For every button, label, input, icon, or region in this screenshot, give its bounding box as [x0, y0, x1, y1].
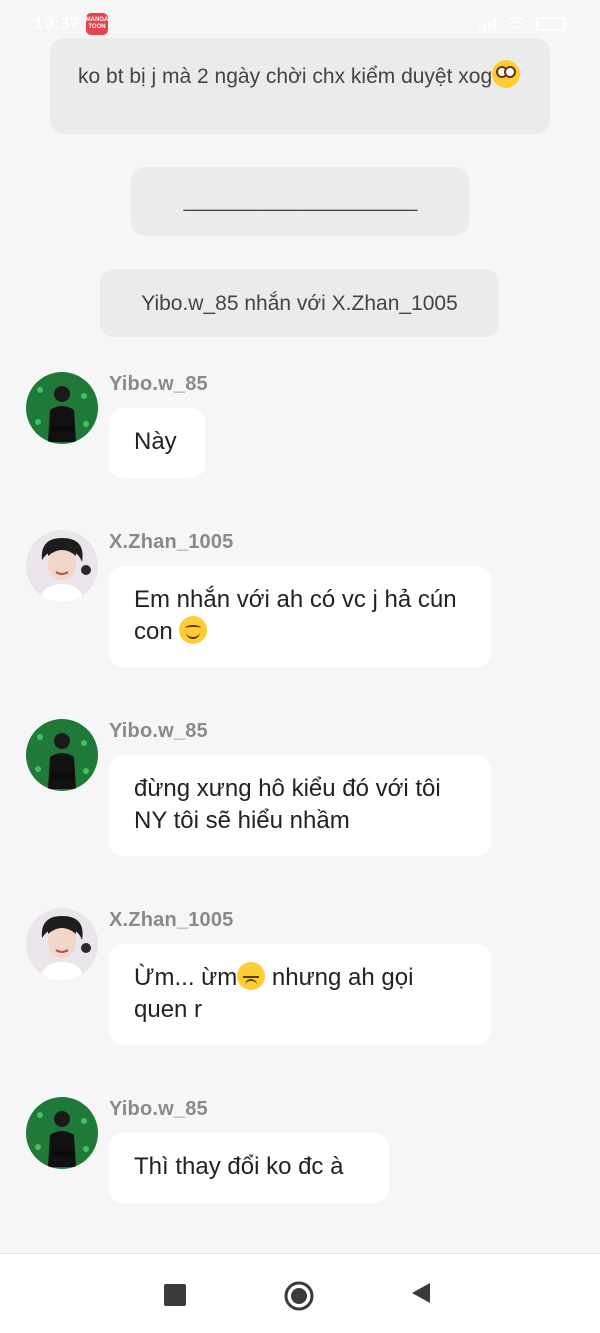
message-bubble[interactable]: Thì thay đổi ko đc à [109, 1133, 389, 1203]
divider-text: _______________________ [183, 190, 418, 212]
system-nav-bar [0, 1253, 600, 1333]
signal-icon [478, 17, 496, 31]
chat-intro-text: Yibo.w_85 nhắn với X.Zhan_1005 [141, 291, 458, 315]
chat-message: Yibo.w_85 Này [0, 372, 600, 482]
sender-name: X.Zhan_1005 [109, 909, 234, 931]
mangatoon-app-icon: MANGA TOON [86, 13, 108, 35]
message-bubble[interactable]: Ừm... ừm nhưng ah gọi quen r [109, 944, 491, 1045]
disappointed-face-icon [237, 962, 266, 990]
triangle-back-icon [412, 1283, 430, 1303]
avatar[interactable] [26, 719, 98, 791]
avatar[interactable] [26, 530, 98, 602]
chat-message: X.Zhan_1005 Em nhắn với ah có vc j hả cú… [0, 530, 600, 670]
yibo-avatar-icon [26, 1097, 98, 1169]
battery-icon [536, 17, 569, 31]
message-text: đừng xưng hô kiểu đó với tôi NY tôi sẽ h… [134, 775, 441, 834]
circle-icon [284, 1281, 314, 1311]
app-badge-line1: MANGA [85, 17, 109, 23]
zhan-avatar-icon [26, 908, 98, 980]
system-divider: _______________________ [131, 167, 469, 236]
message-text: Này [134, 428, 177, 455]
message-text: Thì thay đổi ko đc à [134, 1153, 344, 1180]
status-bar: 10:37 MANGA TOON [0, 0, 600, 48]
chat-message: Yibo.w_85 đừng xưng hô kiểu đó với tôi N… [0, 719, 600, 859]
avatar[interactable] [26, 908, 98, 980]
message-text-before: Ừm... ừm [134, 964, 238, 991]
message-bubble[interactable]: Em nhắn với ah có vc j hả cún con [109, 566, 491, 667]
back-button[interactable] [410, 1281, 432, 1305]
system-note-text: ko bt bị j mà 2 ngày chời chx kiểm duyệt… [78, 65, 493, 88]
chat-message: Yibo.w_85 Thì thay đổi ko đc à [0, 1097, 600, 1207]
yibo-avatar-icon [26, 719, 98, 791]
smiling-face-icon [179, 616, 208, 644]
home-button[interactable] [284, 1281, 314, 1311]
yibo-avatar-icon [26, 372, 98, 444]
app-badge-line2: TOON [88, 24, 106, 30]
sender-name: Yibo.w_85 [109, 1098, 208, 1120]
sender-name: Yibo.w_85 [109, 720, 208, 742]
message-bubble[interactable]: Này [109, 408, 205, 478]
status-icons [478, 17, 569, 31]
avatar[interactable] [26, 372, 98, 444]
sender-name: Yibo.w_85 [109, 373, 208, 395]
face-with-rolling-eyes-icon [492, 60, 521, 88]
sender-name: X.Zhan_1005 [109, 531, 234, 553]
wifi-icon [506, 17, 526, 29]
zhan-avatar-icon [26, 530, 98, 602]
status-time: 10:37 [34, 14, 80, 33]
chat-intro-note: Yibo.w_85 nhắn với X.Zhan_1005 [100, 269, 499, 337]
system-note-top: ko bt bị j mà 2 ngày chời chx kiểm duyệt… [50, 38, 550, 134]
avatar[interactable] [26, 1097, 98, 1169]
message-bubble[interactable]: đừng xưng hô kiểu đó với tôi NY tôi sẽ h… [109, 755, 491, 856]
chat-message: X.Zhan_1005 Ừm... ừm nhưng ah gọi quen r [0, 908, 600, 1048]
recent-apps-button[interactable] [164, 1284, 186, 1306]
